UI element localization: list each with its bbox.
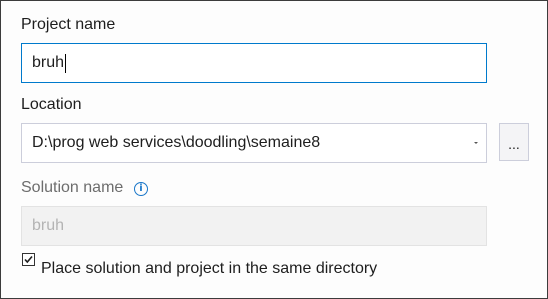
project-name-label: Project name — [21, 16, 116, 33]
browse-button[interactable]: ... — [499, 123, 529, 161]
project-name-value: bruh — [32, 54, 65, 71]
solution-name-input: bruh — [21, 206, 487, 246]
project-name-input[interactable]: bruh — [21, 43, 487, 83]
info-icon[interactable]: i — [134, 182, 148, 196]
same-directory-checkbox[interactable] — [22, 253, 35, 266]
location-value: D:\prog web services\doodling\semaine8 — [32, 134, 321, 151]
solution-name-value: bruh — [32, 217, 65, 234]
solution-name-label: Solution name — [21, 179, 124, 196]
location-combobox[interactable]: D:\prog web services\doodling\semaine8 — [21, 123, 487, 163]
location-label: Location — [21, 96, 82, 113]
text-caret — [65, 53, 67, 73]
chevron-down-icon[interactable] — [472, 139, 480, 147]
new-project-config-panel: Project name bruh Location D:\prog web s… — [0, 0, 548, 299]
same-directory-label[interactable]: Place solution and project in the same d… — [41, 260, 377, 278]
checkmark-icon — [24, 255, 33, 264]
